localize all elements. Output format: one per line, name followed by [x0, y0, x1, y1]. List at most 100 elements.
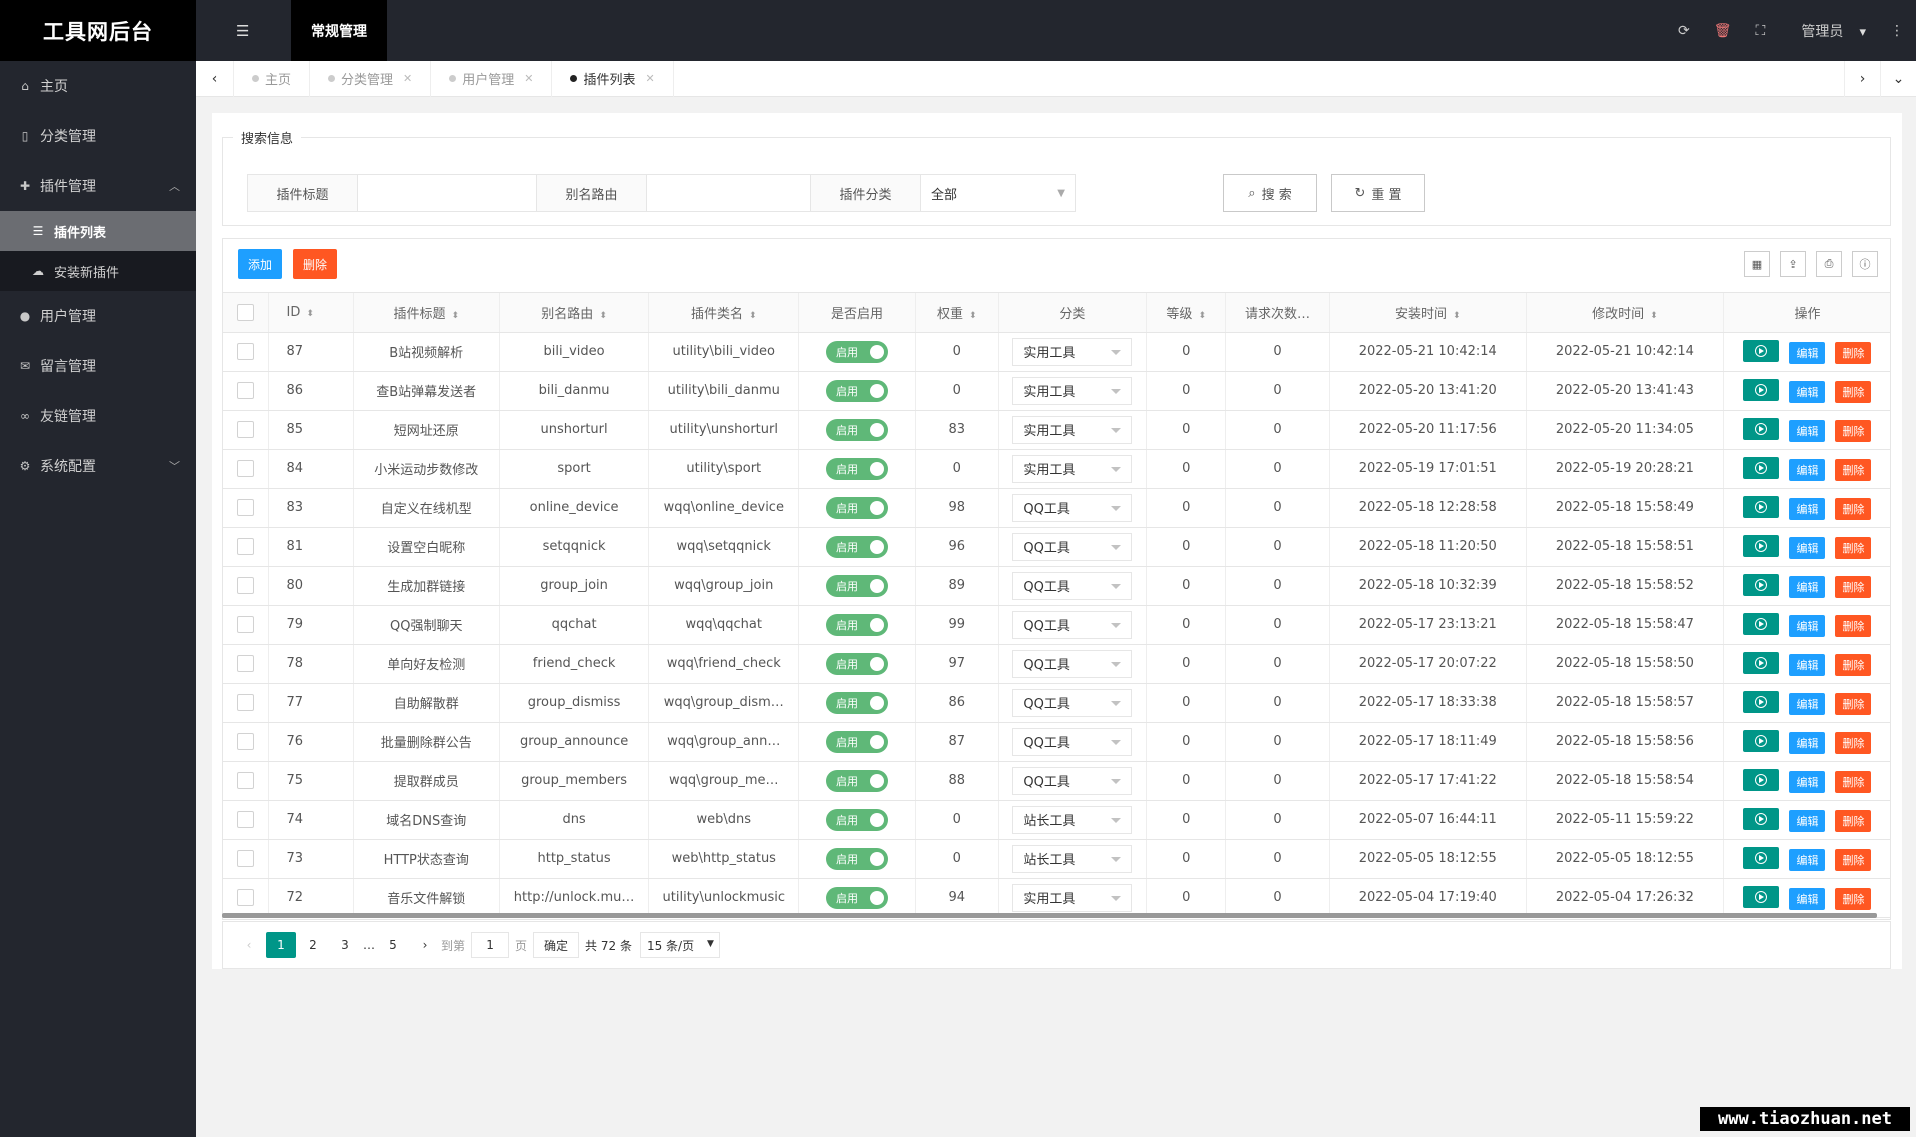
view-button[interactable] — [1743, 378, 1780, 401]
edit-button[interactable]: 编辑 — [1789, 809, 1826, 832]
batch-delete-button[interactable]: 删除 — [293, 249, 337, 279]
view-button[interactable] — [1743, 768, 1780, 791]
sidebar-item-users[interactable]: ● 用户管理 — [0, 291, 196, 341]
edit-button[interactable]: 编辑 — [1789, 770, 1826, 793]
admin-menu[interactable]: 管理员 ▾ — [1789, 21, 1866, 41]
print-icon[interactable]: ⎙ — [1816, 251, 1842, 277]
more-icon[interactable]: ⋮ — [1890, 23, 1904, 39]
row-checkbox[interactable] — [236, 421, 254, 438]
view-button[interactable] — [1743, 885, 1780, 908]
reset-button[interactable]: ↻ 重 置 — [1331, 174, 1425, 212]
category-select[interactable]: QQ工具 — [1012, 727, 1133, 756]
view-button[interactable] — [1743, 807, 1780, 830]
edit-button[interactable]: 编辑 — [1789, 653, 1826, 676]
delete-button[interactable]: 删除 — [1835, 887, 1872, 910]
row-checkbox[interactable] — [236, 616, 254, 633]
tabs-scroll-left-icon[interactable]: ‹ — [196, 60, 234, 97]
enabled-switch[interactable]: 启用 — [826, 457, 889, 480]
edit-button[interactable]: 编辑 — [1789, 731, 1826, 754]
view-button[interactable] — [1743, 690, 1780, 713]
enabled-switch[interactable]: 启用 — [826, 340, 889, 363]
edit-button[interactable]: 编辑 — [1789, 419, 1826, 442]
tab-users[interactable]: 用户管理 ✕ — [431, 60, 553, 97]
enabled-switch[interactable]: 启用 — [826, 379, 889, 402]
app-logo[interactable]: 工具网后台 — [0, 0, 196, 61]
enabled-switch[interactable]: 启用 — [826, 886, 889, 909]
row-checkbox[interactable] — [236, 733, 254, 750]
row-checkbox[interactable] — [236, 811, 254, 828]
select-all-checkbox[interactable] — [236, 303, 254, 321]
row-checkbox[interactable] — [236, 889, 254, 906]
row-checkbox[interactable] — [236, 538, 254, 555]
delete-button[interactable]: 删除 — [1835, 458, 1872, 481]
view-button[interactable] — [1743, 495, 1780, 518]
export-icon[interactable]: ⇪ — [1780, 251, 1806, 277]
enabled-switch[interactable]: 启用 — [826, 847, 889, 870]
delete-button[interactable]: 删除 — [1835, 653, 1872, 676]
page-size-select[interactable]: 15 条/页 — [639, 932, 720, 958]
edit-button[interactable]: 编辑 — [1789, 341, 1826, 364]
header-class[interactable]: 插件类名 ⬍ — [648, 293, 800, 333]
delete-button[interactable]: 删除 — [1835, 419, 1872, 442]
sidebar-subitem-plugin-list[interactable]: ☰ 插件列表 — [0, 211, 196, 251]
header-id[interactable]: ID ⬍ — [268, 293, 354, 333]
row-checkbox[interactable] — [236, 343, 254, 360]
enabled-switch[interactable]: 启用 — [826, 574, 889, 597]
sidebar-item-settings[interactable]: ⚙ 系统配置 ﹀ — [0, 441, 196, 491]
search-button[interactable]: ⌕ 搜 索 — [1223, 174, 1317, 212]
header-checkbox[interactable] — [223, 293, 269, 333]
sort-icon[interactable]: ⬍ — [749, 311, 757, 321]
category-select[interactable]: QQ工具 — [1012, 493, 1133, 522]
delete-button[interactable]: 删除 — [1835, 536, 1872, 559]
edit-button[interactable]: 编辑 — [1789, 380, 1826, 403]
category-select[interactable]: QQ工具 — [1012, 610, 1133, 639]
enabled-switch[interactable]: 启用 — [826, 730, 889, 753]
category-select[interactable]: 站长工具 — [1012, 805, 1133, 834]
edit-button[interactable]: 编辑 — [1789, 458, 1826, 481]
row-checkbox[interactable] — [236, 694, 254, 711]
sidebar-item-category[interactable]: ▯ 分类管理 — [0, 111, 196, 161]
close-icon[interactable]: ✕ — [646, 72, 655, 85]
header-alias[interactable]: 别名路由 ⬍ — [499, 293, 650, 333]
view-button[interactable] — [1743, 651, 1780, 674]
edit-button[interactable]: 编辑 — [1789, 497, 1826, 520]
delete-button[interactable]: 删除 — [1835, 692, 1872, 715]
row-checkbox[interactable] — [236, 850, 254, 867]
enabled-switch[interactable]: 启用 — [826, 691, 889, 714]
goto-page-input[interactable]: 1 — [471, 932, 510, 958]
sidebar-item-messages[interactable]: ✉ 留言管理 — [0, 341, 196, 391]
sort-icon[interactable]: ⬍ — [1650, 311, 1658, 321]
view-button[interactable] — [1743, 846, 1780, 869]
edit-button[interactable]: 编辑 — [1789, 575, 1826, 598]
view-button[interactable] — [1743, 417, 1780, 440]
tabs-dropdown-icon[interactable]: ⌄ — [1880, 60, 1916, 97]
sort-icon[interactable]: ⬍ — [306, 309, 314, 319]
tabs-scroll-right-icon[interactable]: › — [1844, 60, 1880, 97]
header-title[interactable]: 插件标题 ⬍ — [353, 293, 500, 333]
fullscreen-icon[interactable]: ⛶ — [1756, 23, 1766, 39]
enabled-switch[interactable]: 启用 — [826, 769, 889, 792]
view-button[interactable] — [1743, 612, 1780, 635]
enabled-switch[interactable]: 启用 — [826, 652, 889, 675]
row-checkbox[interactable] — [236, 382, 254, 399]
delete-button[interactable]: 删除 — [1835, 809, 1872, 832]
sort-icon[interactable]: ⬍ — [969, 311, 977, 321]
close-icon[interactable]: ✕ — [524, 72, 533, 85]
header-level[interactable]: 等级 ⬍ — [1146, 293, 1227, 333]
enabled-switch[interactable]: 启用 — [826, 808, 889, 831]
category-select[interactable]: 实用工具 — [1012, 337, 1133, 366]
edit-button[interactable]: 编辑 — [1789, 536, 1826, 559]
header-install-time[interactable]: 安装时间 ⬍ — [1329, 293, 1527, 333]
view-button[interactable] — [1743, 573, 1780, 596]
delete-button[interactable]: 删除 — [1835, 341, 1872, 364]
enabled-switch[interactable]: 启用 — [826, 496, 889, 519]
category-select[interactable]: QQ工具 — [1012, 649, 1133, 678]
tab-plugin-list[interactable]: 插件列表 ✕ — [552, 60, 674, 97]
delete-button[interactable]: 删除 — [1835, 770, 1872, 793]
view-button[interactable] — [1743, 534, 1780, 557]
header-modify-time[interactable]: 修改时间 ⬍ — [1526, 293, 1724, 333]
edit-button[interactable]: 编辑 — [1789, 887, 1826, 910]
tab-home[interactable]: 主页 — [234, 60, 311, 97]
delete-button[interactable]: 删除 — [1835, 497, 1872, 520]
trash-icon[interactable]: 🗑 — [1714, 23, 1732, 39]
